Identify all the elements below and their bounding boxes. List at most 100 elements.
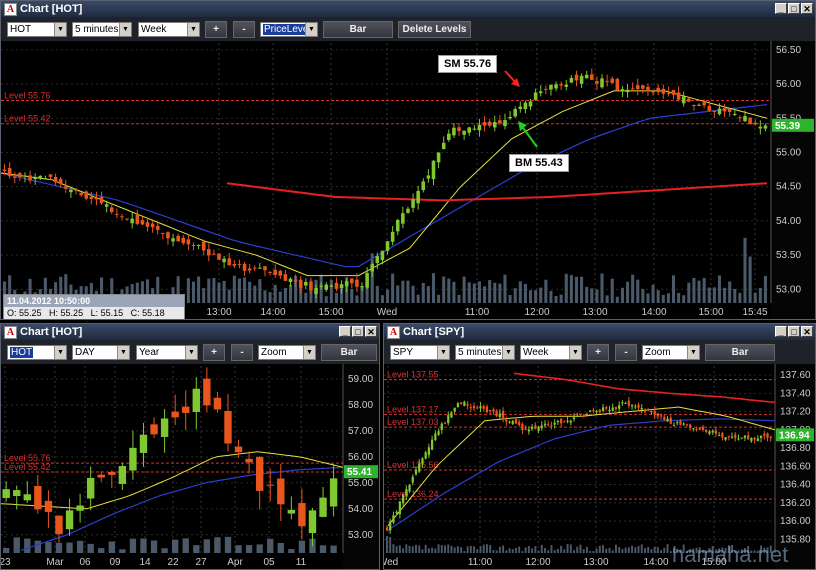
spy-title-bar[interactable]: A Chart [SPY] _ □ ✕ bbox=[384, 324, 815, 340]
candle-body bbox=[23, 494, 31, 501]
price-tick-label: 57.00 bbox=[348, 426, 373, 437]
app-logo-icon: A bbox=[387, 326, 400, 339]
symbol-select[interactable]: HOT ▼ bbox=[7, 22, 67, 37]
candle-body bbox=[643, 410, 647, 412]
range-select[interactable]: Week ▼ bbox=[520, 345, 582, 360]
volume-bar bbox=[626, 281, 630, 303]
volume-bar bbox=[418, 545, 421, 553]
volume-bar bbox=[452, 281, 456, 303]
volume-bar bbox=[563, 549, 566, 553]
mode-select[interactable]: PriceLevel ▼ bbox=[260, 22, 318, 37]
volume-bar bbox=[621, 549, 624, 553]
candle-body bbox=[646, 86, 650, 92]
mode-select[interactable]: Zoom ▼ bbox=[642, 345, 700, 360]
candle-body bbox=[676, 422, 679, 424]
daily-title-bar[interactable]: A Chart [HOT] _ □ ✕ bbox=[1, 324, 379, 340]
daily-window-title: Chart [HOT] bbox=[20, 326, 83, 338]
maximize-button[interactable]: □ bbox=[788, 3, 800, 14]
bar-button[interactable]: Bar bbox=[323, 21, 393, 38]
volume-bar bbox=[140, 538, 147, 553]
candle-body bbox=[434, 433, 437, 441]
interval-select[interactable]: 5 minutes ▼ bbox=[455, 345, 515, 360]
time-tick-label: 09 bbox=[109, 557, 121, 568]
zoom-in-button[interactable]: + bbox=[205, 21, 227, 38]
volume-bar bbox=[380, 295, 384, 303]
close-button[interactable]: ✕ bbox=[801, 3, 813, 14]
symbol-select[interactable]: HOT ▼ bbox=[7, 345, 67, 360]
candle-body bbox=[161, 232, 165, 234]
volume-bar bbox=[202, 288, 206, 303]
volume-bar bbox=[605, 295, 609, 303]
daily-price-chart[interactable]: 23 Mar 06 09 14 22 27 Apr 05 11 59.00 58.00 57.00 56.… bbox=[1, 364, 379, 569]
volume-bar bbox=[350, 288, 354, 303]
volume-bar bbox=[663, 547, 666, 553]
volume-bar bbox=[462, 276, 466, 303]
volume-bar bbox=[582, 549, 585, 553]
minimize-button[interactable]: _ bbox=[775, 326, 787, 337]
zoom-out-button[interactable]: - bbox=[233, 21, 255, 38]
candle-body bbox=[718, 435, 721, 437]
time-tick-label: 15:00 bbox=[698, 307, 723, 318]
candle-body bbox=[426, 175, 431, 179]
candle-body bbox=[120, 216, 124, 218]
maximize-button[interactable]: □ bbox=[788, 326, 800, 337]
candle-body bbox=[732, 113, 737, 115]
volume-bar bbox=[391, 273, 395, 303]
mode-select[interactable]: Zoom ▼ bbox=[258, 345, 316, 360]
volume-bar bbox=[627, 547, 630, 553]
range-select[interactable]: Year ▼ bbox=[136, 345, 198, 360]
volume-bar bbox=[214, 537, 221, 553]
price-level-label: Level 137.17 bbox=[387, 404, 439, 414]
chevron-down-icon: ▼ bbox=[119, 23, 131, 36]
volume-bar bbox=[222, 280, 226, 303]
maximize-button[interactable]: □ bbox=[352, 326, 364, 337]
close-button[interactable]: ✕ bbox=[801, 326, 813, 337]
minimize-button[interactable]: _ bbox=[339, 326, 351, 337]
candle-body bbox=[705, 429, 708, 433]
candle-body bbox=[495, 410, 498, 417]
candle-body bbox=[666, 418, 669, 422]
volume-bar bbox=[212, 278, 216, 303]
volume-bar bbox=[457, 294, 461, 303]
candle-body bbox=[53, 176, 58, 183]
bar-button[interactable]: Bar bbox=[705, 344, 775, 361]
interval-select[interactable]: DAY ▼ bbox=[72, 345, 130, 360]
candle-body bbox=[598, 409, 601, 413]
price-tick-label: 54.00 bbox=[776, 216, 801, 227]
volume-bar bbox=[560, 545, 563, 553]
volume-bar bbox=[580, 276, 584, 303]
interval-select[interactable]: 5 minutes ▼ bbox=[72, 22, 132, 37]
minimize-button[interactable]: _ bbox=[775, 3, 787, 14]
candle-body bbox=[524, 428, 527, 430]
candle-body bbox=[569, 420, 572, 423]
main-title-bar[interactable]: A Chart [HOT] _ □ ✕ bbox=[1, 1, 815, 17]
zoom-out-button[interactable]: - bbox=[615, 344, 637, 361]
main-price-chart[interactable]: 13:00 14:00 15:00 Wed 11:00 12:00 13:00 14:00 15… bbox=[1, 41, 815, 319]
price-level-label: Level 136.56 bbox=[387, 460, 439, 470]
candle-body bbox=[324, 284, 329, 290]
volume-bar bbox=[656, 290, 660, 303]
close-button[interactable]: ✕ bbox=[365, 326, 377, 337]
volume-bar bbox=[505, 550, 508, 553]
candle-body bbox=[492, 409, 495, 412]
range-select[interactable]: Week ▼ bbox=[138, 22, 200, 37]
candle-body bbox=[521, 423, 524, 431]
zoom-in-button[interactable]: + bbox=[203, 344, 225, 361]
volume-bar bbox=[66, 542, 73, 553]
spy-price-chart[interactable]: Wed11:0012:0013:0014:0015:00137.60137.40… bbox=[384, 364, 815, 569]
bar-button[interactable]: Bar bbox=[321, 344, 377, 361]
zoom-out-button[interactable]: - bbox=[231, 344, 253, 361]
candle-body bbox=[224, 411, 232, 444]
symbol-select[interactable]: SPY ▼ bbox=[390, 345, 450, 360]
zoom-in-button[interactable]: + bbox=[587, 344, 609, 361]
candle-body bbox=[74, 189, 78, 191]
candle-body bbox=[574, 74, 579, 81]
volume-bar bbox=[479, 546, 482, 553]
candle-body bbox=[671, 89, 676, 95]
delete-levels-button[interactable]: Delete Levels bbox=[398, 21, 471, 38]
candle-body bbox=[288, 278, 293, 282]
price-tick-label: 136.00 bbox=[780, 516, 811, 527]
candle-body bbox=[661, 88, 666, 94]
candle-body bbox=[722, 108, 727, 112]
volume-bar bbox=[406, 280, 410, 303]
